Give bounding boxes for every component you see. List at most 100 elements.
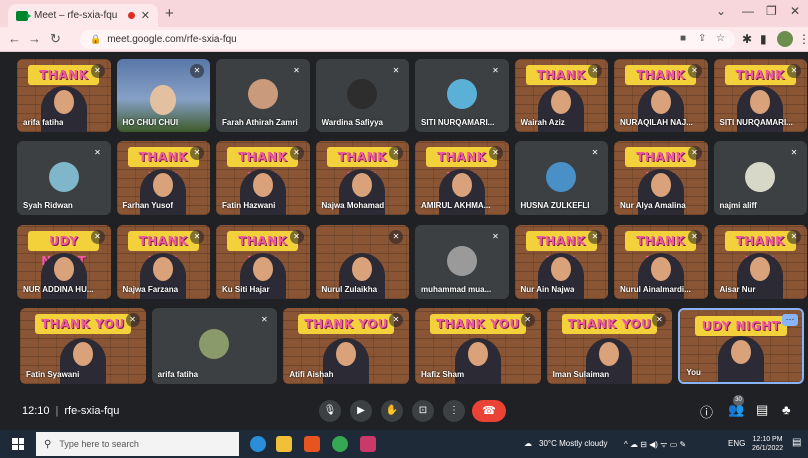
participant-tile[interactable]: THANK YOU ✕ Iman Sulaiman [546,308,673,384]
participant-tile[interactable]: THANK YOU✕ Fatin Hazwani [216,141,310,215]
present-screen-button[interactable]: ⊡ [412,400,434,422]
participant-tile[interactable]: ✕ SITI NURQAMARI... [415,59,509,132]
participant-tile[interactable]: THANK YOU✕ NURAQILAH NAJ... [614,59,708,132]
activities-icon[interactable]: ♣ [782,402,791,417]
participant-tile[interactable]: THANK YOU ✕ Atifi Aishah [283,308,409,384]
thank-you-banner: THANK YOU [227,147,299,184]
mic-muted-icon: ✕ [588,64,602,78]
participant-tile[interactable]: THANK YOU✕ Farhan Yusof [116,141,210,215]
participant-face [650,173,671,197]
participant-tile[interactable]: ✕ Wardina Safiyya [315,59,409,132]
people-icon[interactable]: 👥 [728,402,744,418]
participant-tile[interactable]: THANK YOU ✕ Hafiz Sham [415,308,541,384]
mic-muted-icon: ✕ [190,146,204,160]
notifications-icon[interactable]: ▤ [792,437,801,448]
participant-tile[interactable]: THANK YOU✕ AMIRUL AKHMA... [415,141,509,215]
meeting-details-icon[interactable]: ⓘ [700,402,713,421]
more-options-button[interactable]: ⋮ [443,400,465,422]
browser-tab-strip: Meet – rfe-sxia-fqu ✕ + ⌄ — ❐ ✕ [0,0,808,27]
mic-muted-icon: ✕ [392,66,400,75]
participant-name: AMIRUL AKHMA... [421,201,491,210]
search-placeholder: Type here to search [59,439,139,449]
raise-hand-button[interactable]: ✋ [381,400,403,422]
participant-tile[interactable]: ✕ muhammad mua... [415,225,509,299]
participant-tile[interactable]: ✕ HUSNA ZULKEFLI [514,141,608,215]
address-bar[interactable]: 🔒 meet.google.com/rfe-sxia-fqu [80,30,735,49]
system-tray-icons[interactable]: ^ ☁ ⊟ ◀) ᯤ ▭ ✎ [624,439,686,450]
app-icon[interactable] [360,436,376,452]
new-tab-button[interactable]: + [165,5,174,22]
participant-tile[interactable]: THANK YOU✕ Nurul Ainalmardi... [614,225,708,299]
side-panel-icon[interactable]: ▮ [760,32,767,46]
profile-avatar[interactable] [777,31,793,47]
tab-close-icon[interactable]: ✕ [141,9,150,22]
participant-name: arifa fatiha [23,118,64,127]
weather-text[interactable]: 30°C Mostly cloudy [539,439,608,448]
close-window-icon[interactable]: ✕ [790,4,800,18]
more-options-icon[interactable]: ⋯ [781,314,798,326]
separator: | [55,405,59,417]
participant-tile[interactable]: ✕ najmi aliff [713,141,807,215]
bookmark-star-icon[interactable]: ☆ [716,33,725,44]
participant-face [53,90,74,114]
extensions-icon[interactable]: ✱ [742,32,752,46]
menu-icon[interactable]: ⋮ [798,32,808,46]
browser-tab-meet[interactable]: Meet – rfe-sxia-fqu ✕ [8,4,158,27]
thank-you-banner: THANK YOU [625,147,697,184]
forward-icon[interactable]: → [28,31,41,46]
mic-muted-icon: ✕ [90,64,105,78]
participant-name: SITI NURQAMARI... [719,118,793,127]
weather-icon[interactable]: ☁ [524,439,532,448]
thank-you-banner: THANK YOU [227,231,299,268]
windows-start-icon[interactable] [12,438,24,450]
tab-search-icon[interactable]: ⌄ [716,4,726,18]
reload-icon[interactable]: ↻ [50,31,61,47]
participant-tile[interactable]: THANK YOU ✕ Fatin Syawani [20,308,146,384]
participant-avatar [446,79,477,110]
self-video-tile[interactable]: UDY NIGHT ⋯ You [678,308,804,384]
microphone-button[interactable]: 🎙 [319,400,341,422]
participant-name: Nur Ain Najwa [520,285,575,294]
mic-muted-icon: ✕ [289,230,304,244]
camera-button[interactable]: ▶ [350,400,372,422]
taskbar-search-box[interactable]: ⚲ Type here to search [36,432,239,456]
participant-tile[interactable]: THANK YOU✕ Najwa Mohamad [315,141,409,215]
participant-tile[interactable]: THANK YOU✕ Nur Ain Najwa [514,225,608,299]
participant-tile[interactable]: ✕ Farah Athirah Zamri [216,59,310,132]
participant-face [336,342,357,366]
participant-avatar [347,79,378,110]
participant-name: You [686,368,701,377]
edge-icon[interactable] [250,436,266,452]
participant-tile[interactable]: ✕ Syah Ridwan [17,141,111,215]
thank-you-banner: THANK YOU [724,231,796,268]
participant-face [352,173,373,197]
participant-tile[interactable]: THANK YOU✕ Wairah Aziz [514,59,608,132]
restore-icon[interactable]: ❐ [766,4,777,18]
back-icon[interactable]: ← [8,31,21,46]
participant-tile[interactable]: THANK YOU✕ Nur Alya Amalina [614,141,708,215]
participant-face [650,90,671,114]
participant-tile[interactable]: UDY NIGHT✕ NUR ADDINA HU... [17,225,111,299]
participant-tile[interactable]: THANK YOU✕ Aisar Nur [713,225,807,299]
share-icon[interactable]: ⇪ [698,33,706,44]
participant-tile[interactable]: ✕ Nurul Zulaikha [315,225,409,299]
camera-in-use-icon[interactable]: ■ [680,33,686,44]
mic-muted-icon: ✕ [389,230,403,244]
screen: Meet – rfe-sxia-fqu ✕ + ⌄ — ❐ ✕ ← → ↻ 🔒 … [0,0,808,458]
leave-call-button[interactable]: ☎ [472,400,506,422]
minimize-icon[interactable]: — [742,4,754,18]
office-icon[interactable] [304,436,320,452]
participant-tile[interactable]: ✕ arifa fatiha [151,308,278,384]
participant-tile[interactable]: ✕ HO CHUI CHUI [116,59,210,132]
participant-tile[interactable]: THANK YOU✕ arifa fatiha [17,59,111,132]
thank-you-banner: THANK YOU [561,314,658,334]
taskbar-clock[interactable]: 12:10 PM 26/1/2022 [752,435,783,453]
chrome-icon[interactable] [332,436,348,452]
participant-tile[interactable]: THANK YOU✕ Najwa Farzana [116,225,210,299]
chat-icon[interactable]: ▤ [756,402,768,418]
participant-tile[interactable]: THANK YOU✕ Ku Siti Hajar [216,225,310,299]
browser-toolbar: ← → ↻ 🔒 meet.google.com/rfe-sxia-fqu ■ ⇪… [0,27,808,52]
file-explorer-icon[interactable] [276,436,292,452]
language-indicator[interactable]: ENG [728,439,745,448]
participant-tile[interactable]: THANK YOU✕ SITI NURQAMARI... [713,59,807,132]
